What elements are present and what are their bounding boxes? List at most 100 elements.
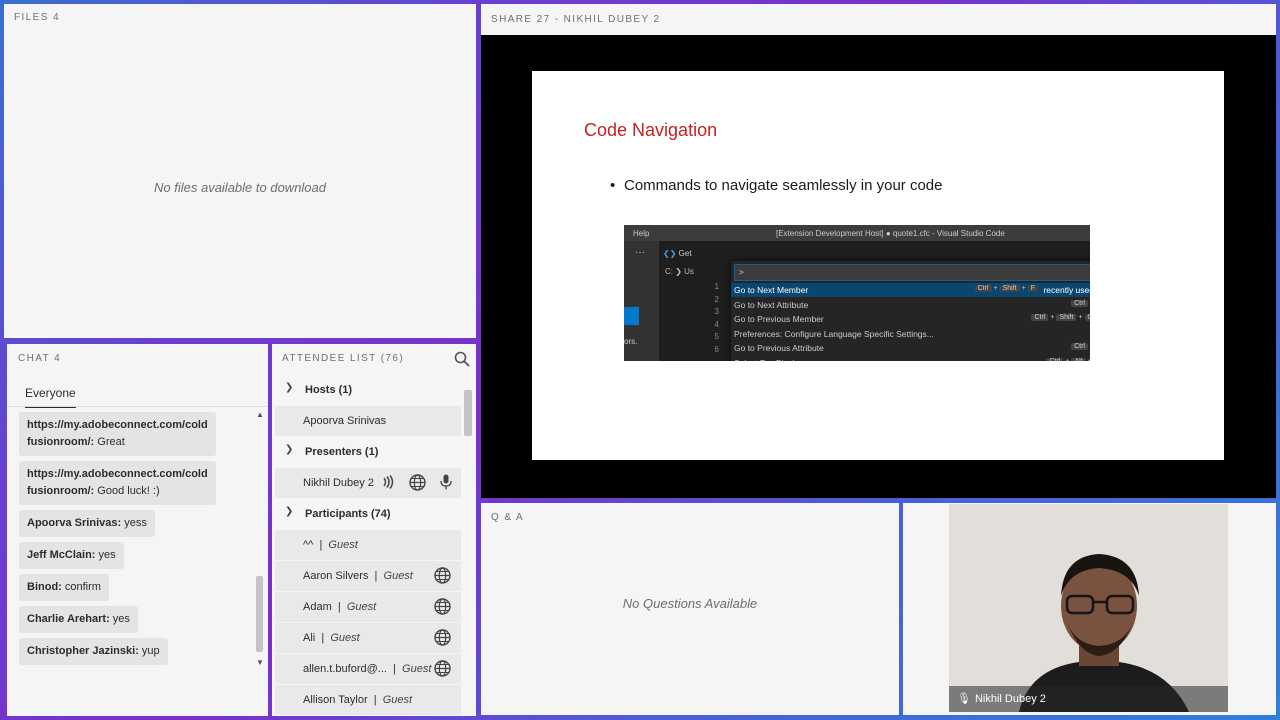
vscode-tab-label: Get [678,249,692,258]
bullet-icon: • [610,177,616,194]
chevron-down-icon: ❯ [285,444,294,455]
key-cap: Ctrl [1031,314,1049,322]
chat-message: https://my.adobeconnect.com/cold fusionro… [19,412,216,456]
vscode-editor: ❮❯ Get C: ❯ Us 1 2 3 4 5 6 > Go to Next Membe… [659,241,1090,361]
video-pod: 🎙 Nikhil Dubey 2 [903,503,1276,715]
key-cap: + [1088,358,1090,361]
globe-icon [434,598,451,615]
share-header: SHARE 27 - NIKHIL DUBEY 2 [481,4,1276,35]
key-cap: + [1021,285,1026,292]
key-cap: + [993,285,998,292]
presenter-video-image [949,504,1228,712]
microphone-icon[interactable] [439,474,453,490]
command-label: Go to Previous Member [734,314,824,325]
keybinding: Ctrl+Alt+F [1044,358,1090,361]
command-palette-item[interactable]: Go to Next Attribute Ctrl+] [731,298,1090,312]
attendee-name-wrap: Aaron Silvers | Guest [303,570,413,582]
chat-divider [7,406,268,407]
chat-text: Great [97,436,125,448]
attendee-name: Apoorva Srinivas [303,415,387,427]
attendee-name-wrap: ^^ | Guest [303,539,358,551]
attendee-participant[interactable]: Ali | Guest [275,623,461,653]
key-cap: Ctrl [1071,343,1088,351]
command-palette: > Go to Next Member Ctrl + Shift + Frecently … [731,261,1090,361]
presentation-slide: Code Navigation • Commands to navigate se… [532,71,1224,460]
vscode-help-menu: Help [633,229,650,238]
command-palette-item[interactable]: Preferences: Configure Language Specific… [731,327,1090,341]
key-cap: + [1050,314,1055,322]
role-separator: | [386,663,403,675]
attendee-host[interactable]: Apoorva Srinivas [275,406,461,436]
chat-message: Charlie Arehart: yes [19,606,138,633]
qa-pod: Q & A No Questions Available [481,503,899,715]
globe-icon [434,629,451,646]
chat-message: Jeff McClain: yes [19,542,124,569]
key-cap: Alt [1071,358,1086,361]
key-cap: Q [1084,314,1090,322]
vscode-line-numbers: 1 2 3 4 5 6 [711,281,719,356]
chat-scrollbar[interactable]: ▲ ▼ [255,410,265,672]
group-presenters[interactable]: ❯ Presenters (1) [275,437,461,467]
vscode-titlebar: Help [Extension Development Host] ● quot… [624,225,1090,241]
search-icon[interactable] [454,351,470,367]
attendee-presenter[interactable]: Nikhil Dubey 2 [275,468,461,498]
attendee-name-wrap: Allison Taylor | Guest [303,694,412,706]
attendee-name-wrap: Adam | Guest [303,601,376,613]
attendee-participant[interactable]: allen.t.buford@... | Guest [275,654,461,684]
microphone-icon: 🎙 [957,693,971,705]
attendee-scrollbar[interactable] [463,386,473,712]
key-cap: Shift [999,285,1020,292]
command-label: Select Tag Block [734,358,797,361]
files-pod: FILES 4 No files available to download [4,4,476,338]
chat-sender: Charlie Arehart: [27,613,110,625]
vscode-editor-tab: ❮❯ Get [663,249,692,258]
command-palette-item[interactable]: Go to Previous Attribute Ctrl+[ [731,341,1090,355]
group-participants[interactable]: ❯ Participants (74) [275,499,461,529]
scroll-down-icon[interactable]: ▼ [256,658,264,667]
command-label: Go to Next Member [734,285,809,295]
attendee-role: Guest [328,539,358,551]
share-pod: SHARE 27 - NIKHIL DUBEY 2 Code Navigatio… [481,4,1276,498]
attendee-scroll-thumb[interactable] [464,390,472,436]
vscode-screenshot: Help [Extension Development Host] ● quot… [624,225,1090,361]
role-separator: | [315,632,331,644]
attendee-name: Allison Taylor [303,694,368,706]
qa-empty-message: No Questions Available [622,596,758,611]
chat-pod-title: CHAT 4 [18,353,62,364]
attendee-participant[interactable]: Adam | Guest [275,592,461,622]
chat-sender: Christopher Jazinski: [27,645,139,657]
chat-message: Apoorva Srinivas: yess [19,510,155,537]
share-pod-title: SHARE 27 - NIKHIL DUBEY 2 [491,14,661,25]
line-number: 6 [714,344,719,354]
attendee-name-wrap: allen.t.buford@... | Guest [303,663,431,675]
attendee-participant[interactable]: ^^ | Guest [275,530,461,560]
line-number: 4 [714,319,719,329]
command-palette-item[interactable]: Select Tag Block Ctrl+Alt+F [731,356,1090,361]
chevron-down-icon: ❯ [285,506,294,517]
chat-sender-cont: fusionroom/: [27,485,95,497]
chat-text: yes [98,549,116,561]
scroll-up-icon[interactable]: ▲ [256,410,264,419]
command-palette-item[interactable]: Go to Next Member Ctrl + Shift + Frecently us… [731,283,1090,297]
attendee-role: Guest [382,694,413,706]
chat-scroll-thumb[interactable] [256,576,263,652]
attendee-participant[interactable]: Aaron Silvers | Guest [275,561,461,591]
group-hosts[interactable]: ❯ Hosts (1) [275,375,461,405]
line-number: 2 [714,294,719,304]
chat-pod: CHAT 4 Everyone https://my.adobeconnect.… [7,344,268,716]
chat-text: confirm [64,581,101,593]
chat-sender: Apoorva Srinivas: [27,517,122,529]
attendee-participant[interactable]: Allison Taylor | Guest [275,685,461,715]
role-separator: | [331,601,347,613]
chat-text: yup [141,645,160,657]
chat-tab-everyone[interactable]: Everyone [25,386,76,408]
speaking-icon [383,475,394,489]
key-cap: Ctrl [1046,358,1064,361]
command-palette-item[interactable]: Go to Previous MemberCtrl+Shift+Q⚙ [731,312,1090,326]
globe-icon [409,474,426,491]
key-cap: + [1065,358,1069,361]
chat-sender: Binod: [27,581,62,593]
command-label: Go to Previous Attribute [734,343,824,354]
role-separator: | [367,694,383,706]
attendee-role: Guest [383,570,413,582]
